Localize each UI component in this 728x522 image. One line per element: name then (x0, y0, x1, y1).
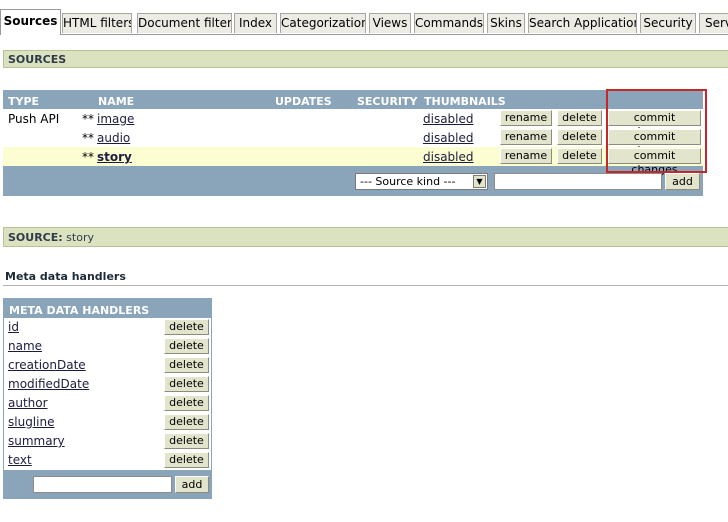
tab-skins[interactable]: Skins (487, 13, 525, 33)
rename-button[interactable]: rename (500, 110, 552, 126)
list-item: creationDate delete (4, 356, 211, 375)
header-name: NAME (98, 95, 135, 108)
thumbnails-link[interactable]: disabled (423, 150, 474, 164)
meta-handlers-heading: Meta data handlers (5, 270, 126, 283)
handler-link[interactable]: slugline (8, 415, 54, 429)
handler-link[interactable]: modifiedDate (8, 377, 89, 391)
table-row-selected: ** story disabled rename delete commit c… (3, 147, 703, 176)
sources-section-bar: SOURCES (3, 50, 728, 68)
rename-button[interactable]: rename (500, 148, 552, 164)
delete-button[interactable]: delete (164, 414, 209, 430)
handler-link[interactable]: creationDate (8, 358, 86, 372)
source-type: Push API (8, 112, 60, 126)
handler-link[interactable]: text (8, 453, 32, 467)
delete-button[interactable]: delete (557, 148, 602, 164)
source-marker: ** (82, 112, 94, 126)
delete-button[interactable]: delete (164, 395, 209, 411)
delete-button[interactable]: delete (164, 338, 209, 354)
tab-categorization[interactable]: Categorization (280, 13, 366, 33)
header-security: SECURITY (357, 95, 418, 108)
thumbnails-link[interactable]: disabled (423, 112, 474, 126)
chevron-down-icon[interactable]: ▼ (473, 175, 486, 188)
tab-html-filters[interactable]: HTML filters (62, 13, 132, 33)
list-item: author delete (4, 394, 211, 413)
meta-handlers-header: META DATA HANDLERS (9, 304, 150, 317)
tab-security[interactable]: Security (640, 13, 696, 33)
delete-button[interactable]: delete (164, 376, 209, 392)
handler-link[interactable]: summary (8, 434, 65, 448)
delete-button[interactable]: delete (164, 319, 209, 335)
thumbnails-link[interactable]: disabled (423, 131, 474, 145)
delete-button[interactable]: delete (164, 357, 209, 373)
source-name-link[interactable]: audio (97, 131, 130, 145)
handler-link[interactable]: id (8, 320, 19, 334)
meta-handlers-table: META DATA HANDLERS id delete name delete… (3, 298, 212, 499)
delete-button[interactable]: delete (557, 129, 602, 145)
tab-search-applications[interactable]: Search Applications (528, 13, 637, 33)
highlight-box (606, 89, 707, 173)
header-thumbnails: THUMBNAILS (424, 95, 506, 108)
source-kind-value: --- Source kind --- (360, 175, 456, 188)
header-type: TYPE (8, 95, 40, 108)
sources-section-title: SOURCES (8, 53, 67, 66)
tab-sources[interactable]: Sources (0, 9, 61, 35)
handler-name-input[interactable] (33, 476, 172, 493)
divider (3, 285, 728, 286)
table-row: ** audio disabled rename delete commit c… (3, 128, 703, 157)
delete-button[interactable]: delete (164, 452, 209, 468)
delete-button[interactable]: delete (557, 110, 602, 126)
tab-document-filters[interactable]: Document filters (137, 13, 232, 33)
table-row: Push API ** image disabled rename delete… (3, 109, 703, 138)
source-marker: ** (82, 131, 94, 145)
source-marker: ** (82, 150, 94, 164)
source-section-value: story (66, 231, 94, 244)
tab-serv[interactable]: Serv (699, 13, 728, 33)
list-item: summary delete (4, 432, 211, 451)
add-handler-button[interactable]: add (175, 476, 209, 493)
source-name-link[interactable]: story (97, 150, 132, 164)
source-section-bar: SOURCE: story (3, 227, 728, 247)
tab-bar: Sources HTML filters Document filters In… (0, 0, 728, 35)
source-name-input[interactable] (494, 173, 662, 190)
source-section-label: SOURCE: (8, 231, 63, 244)
handler-link[interactable]: author (8, 396, 48, 410)
source-name-link[interactable]: image (97, 112, 134, 126)
header-updates: UPDATES (275, 95, 332, 108)
list-item: id delete (4, 318, 211, 337)
list-item: modifiedDate delete (4, 375, 211, 394)
add-source-button[interactable]: add (665, 173, 700, 190)
list-item: name delete (4, 337, 211, 356)
rename-button[interactable]: rename (500, 129, 552, 145)
list-item: text delete (4, 451, 211, 470)
delete-button[interactable]: delete (164, 433, 209, 449)
handler-link[interactable]: name (8, 339, 42, 353)
tab-index[interactable]: Index (234, 13, 277, 33)
tab-commands[interactable]: Commands (414, 13, 484, 33)
list-item: slugline delete (4, 413, 211, 432)
tab-views[interactable]: Views (369, 13, 411, 33)
source-kind-select[interactable]: --- Source kind --- ▼ (355, 173, 488, 190)
